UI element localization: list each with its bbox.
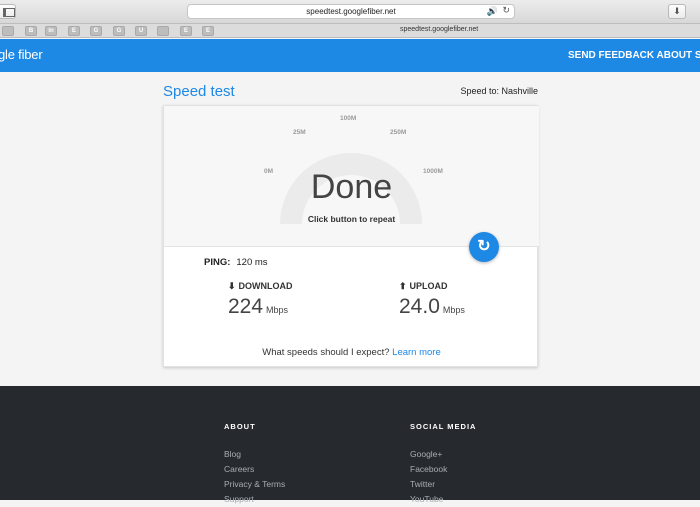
downloads-button[interactable]: ⬇ [668,4,686,19]
bookmark-item[interactable]: E [68,26,80,36]
footer-link-facebook[interactable]: Facebook [410,462,476,477]
download-unit: Mbps [266,305,289,315]
url-text: speedtest.googlefiber.net [306,7,396,16]
bookmark-item[interactable]: in [45,26,57,36]
bookmark-item[interactable] [2,26,14,36]
upload-value: 24.0 [399,295,440,318]
footer-link-googleplus[interactable]: Google+ [410,447,476,462]
bookmark-item[interactable]: G [90,26,102,36]
ping-label: PING: [204,257,231,268]
sidebar-toggle-button[interactable] [0,4,16,19]
expect-text: What speeds should I expect? [262,347,390,358]
send-feedback-link[interactable]: SEND FEEDBACK ABOUT SPE [568,50,700,61]
browser-toolbar: speedtest.googlefiber.net 🔊 ↻ ⬇ [0,0,700,24]
refresh-icon: ↻ [477,238,491,255]
footer-about-column: ABOUT Blog Careers Privacy & Terms Suppo… [224,422,285,507]
download-value: 224 [228,295,264,318]
speed-test-card: 0M 25M 100M 250M 1000M Done Click button… [163,105,539,367]
footer-about-heading: ABOUT [224,422,256,431]
upload-icon: ⬆ [399,281,407,291]
site-footer: ABOUT Blog Careers Privacy & Terms Suppo… [0,386,700,504]
gauge-tick: 100M [340,115,357,122]
tab-title[interactable]: speedtest.googlefiber.net [400,26,478,33]
bookmark-item[interactable]: U [135,26,147,36]
ping-value: 120 ms [236,257,268,268]
footer-social-column: SOCIAL MEDIA Google+ Facebook Twitter Yo… [410,422,476,507]
footer-link-twitter[interactable]: Twitter [410,477,476,492]
speed-to-server[interactable]: Speed to: Nashville [460,86,538,96]
expectations-row: What speeds should I expect? Learn more [164,347,539,358]
download-metric: ⬇ DOWNLOAD 224 Mbps [228,281,368,319]
address-bar[interactable]: speedtest.googlefiber.net 🔊 ↻ [187,4,515,19]
footer-link-privacy[interactable]: Privacy & Terms [224,477,285,492]
gauge-tick: 250M [390,129,407,136]
download-icon: ⬇ [228,281,236,291]
upload-unit: Mbps [442,305,465,315]
footer-link-careers[interactable]: Careers [224,462,285,477]
page-title: Speed test [163,83,235,100]
download-label: DOWNLOAD [238,281,293,291]
bookmark-item[interactable]: E [202,26,214,36]
upload-label: UPLOAD [409,281,448,291]
repeat-test-button[interactable]: ↻ [469,232,499,262]
ping-row: PING: 120 ms [204,257,268,268]
download-arrow-icon: ⬇ [673,6,681,16]
footer-link-blog[interactable]: Blog [224,447,285,462]
learn-more-link[interactable]: Learn more [392,347,441,358]
bookmark-item[interactable]: B [25,26,37,36]
gauge-tick: 25M [293,129,306,136]
google-fiber-logo[interactable]: gle fiber [0,47,43,62]
test-status: Done [310,168,393,206]
upload-metric: ⬆ UPLOAD 24.0 Mbps [399,281,539,319]
bookmark-item[interactable] [157,26,169,36]
repeat-hint: Click button to repeat [307,214,396,224]
audio-icon[interactable]: 🔊 [487,5,498,18]
gauge-panel: 0M 25M 100M 250M 1000M Done Click button… [164,106,539,247]
site-header: gle fiber SEND FEEDBACK ABOUT SPE [0,39,700,72]
bookmark-item[interactable]: G [113,26,125,36]
reload-icon[interactable]: ↻ [502,4,510,17]
footer-social-heading: SOCIAL MEDIA [410,422,477,431]
bookmarks-bar: B in E G G U E E speedtest.googlefiber.n… [0,24,700,38]
bookmark-item[interactable]: E [180,26,192,36]
